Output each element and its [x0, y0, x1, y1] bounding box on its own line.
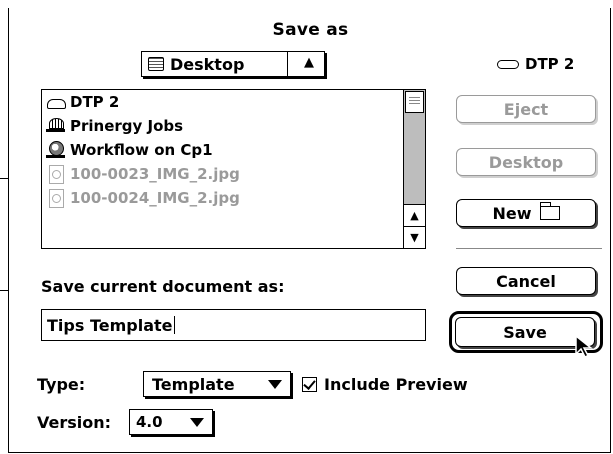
- button-divider: [456, 248, 602, 249]
- popup-separator: [287, 52, 288, 76]
- network-volume-icon: [46, 117, 66, 135]
- new-folder-label: New: [492, 203, 532, 223]
- up-down-arrows-icon: ▲: [304, 55, 314, 70]
- list-item[interactable]: Prinergy Jobs: [42, 114, 403, 138]
- list-item[interactable]: 100-0023_IMG_2.jpg: [42, 162, 403, 186]
- include-preview-label: Include Preview: [324, 375, 468, 394]
- file-name: 100-0023_IMG_2.jpg: [70, 165, 240, 183]
- text-caret: [173, 316, 175, 334]
- hard-drive-icon: [46, 93, 66, 111]
- volume-name: DTP 2: [525, 55, 575, 73]
- jpeg-document-icon: [46, 165, 66, 184]
- scroll-up-arrow-icon[interactable]: ▲: [404, 204, 425, 226]
- window-edge-mark: [0, 178, 8, 179]
- type-popup-label: Template: [152, 374, 235, 394]
- file-name: 100-0024_IMG_2.jpg: [70, 189, 240, 207]
- desktop-button[interactable]: Desktop: [456, 148, 596, 176]
- vertical-scrollbar[interactable]: ▲ ▼: [403, 90, 425, 248]
- type-popup[interactable]: Template: [143, 371, 291, 397]
- list-item[interactable]: DTP 2: [42, 90, 403, 114]
- mouse-pointer-icon: [575, 334, 594, 359]
- file-name: Workflow on Cp1: [70, 141, 213, 159]
- globe-server-icon: [46, 141, 66, 159]
- dialog-title: Save as: [272, 20, 349, 40]
- type-label: Type:: [37, 375, 86, 394]
- volume-label: DTP 2: [497, 55, 574, 73]
- folder-icon: [539, 202, 560, 220]
- location-popup-label: Desktop: [170, 54, 245, 74]
- list-item[interactable]: 100-0024_IMG_2.jpg: [42, 186, 403, 210]
- scroll-down-arrow-icon[interactable]: ▼: [404, 226, 425, 248]
- disk-icon: [497, 59, 519, 69]
- list-item[interactable]: Workflow on Cp1: [42, 138, 403, 162]
- window-edge-mark: [0, 290, 8, 291]
- scroll-thumb[interactable]: [405, 91, 424, 113]
- desktop-icon: [148, 57, 164, 71]
- version-label: Version:: [37, 413, 112, 432]
- new-folder-button[interactable]: New: [456, 199, 596, 227]
- file-name: Prinergy Jobs: [70, 117, 184, 135]
- file-name: DTP 2: [70, 93, 120, 111]
- chevron-down-icon: [268, 380, 282, 389]
- file-list[interactable]: DTP 2 Prinergy Jobs Workflow on Cp1 100-…: [41, 89, 426, 249]
- include-preview-checkbox[interactable]: [302, 377, 317, 392]
- document-name-input[interactable]: Tips Template: [41, 309, 426, 341]
- cancel-button[interactable]: Cancel: [456, 267, 596, 295]
- version-popup-label: 4.0: [136, 413, 163, 431]
- file-list-items: DTP 2 Prinergy Jobs Workflow on Cp1 100-…: [42, 90, 403, 248]
- version-popup[interactable]: 4.0: [129, 409, 213, 435]
- location-popup[interactable]: Desktop ▲: [141, 51, 325, 77]
- include-preview-option[interactable]: Include Preview: [302, 375, 468, 394]
- save-as-label: Save current document as:: [41, 277, 285, 296]
- chevron-down-icon: [190, 418, 204, 427]
- save-as-dialog: Save as Desktop ▲ DTP 2 DTP 2 Prinergy J…: [8, 8, 611, 453]
- eject-button[interactable]: Eject: [456, 95, 596, 123]
- document-name-value: Tips Template: [47, 315, 173, 335]
- jpeg-document-icon: [46, 189, 66, 208]
